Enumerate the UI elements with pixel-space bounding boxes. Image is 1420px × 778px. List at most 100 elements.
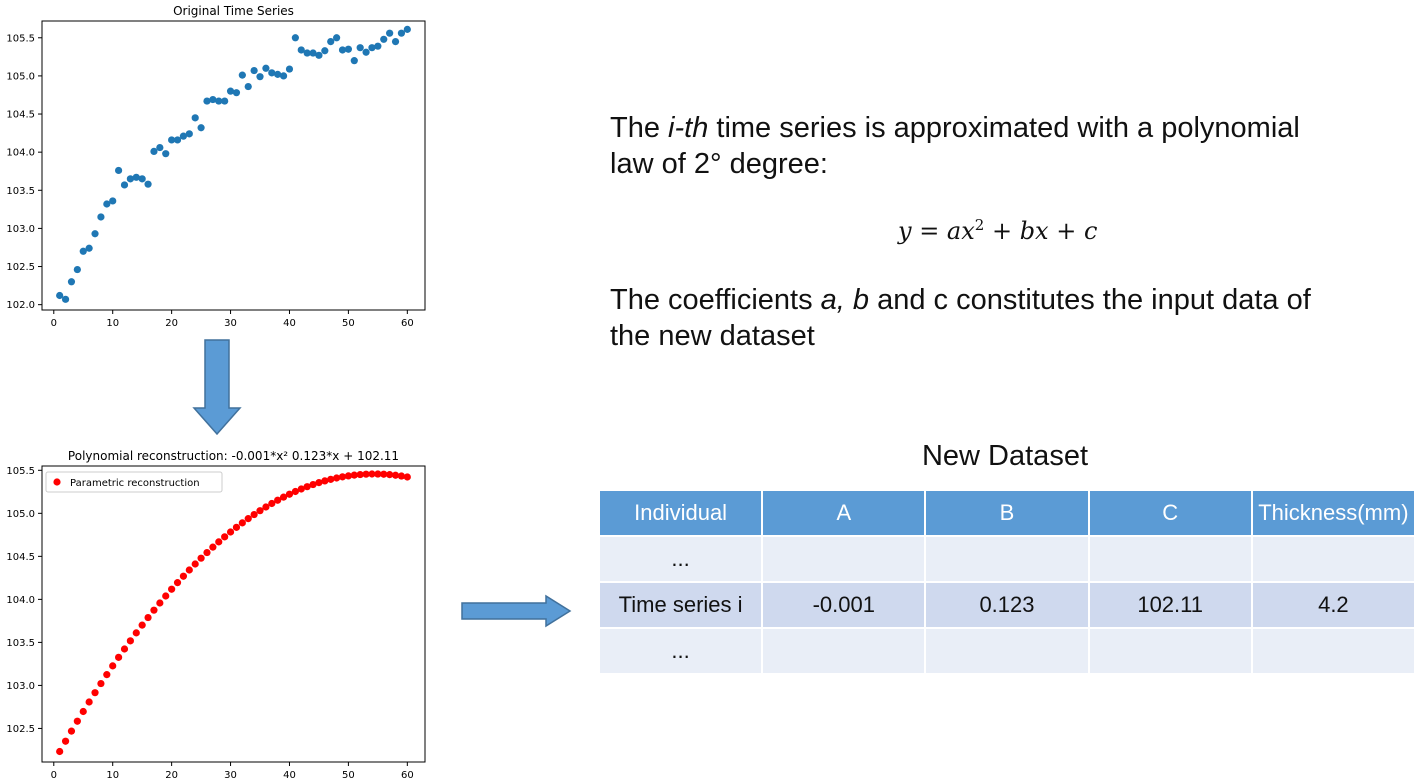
data-point xyxy=(120,645,129,653)
data-point xyxy=(232,523,241,531)
y-tick-label: 102.5 xyxy=(6,262,35,273)
data-point xyxy=(85,244,93,252)
table-row: ... xyxy=(600,537,1414,581)
data-point xyxy=(191,560,199,568)
polynomial-reconstruction-chart: Polynomial reconstruction: -0.001*x² 0.1… xyxy=(6,449,426,778)
data-point xyxy=(91,230,99,238)
coefficients-line-2: the new dataset xyxy=(610,320,815,352)
data-point xyxy=(350,57,358,65)
table-row: ... xyxy=(600,629,1414,673)
y-tick-label: 103.5 xyxy=(6,638,35,649)
data-point xyxy=(256,73,264,81)
data-point xyxy=(285,65,294,73)
new-dataset-table: Individual A B C Thickness(mm) ... Time … xyxy=(598,489,1416,675)
chart-title: Polynomial reconstruction: -0.001*x² 0.1… xyxy=(68,449,399,463)
x-tick-label: 0 xyxy=(51,770,57,778)
data-point xyxy=(150,606,158,614)
data-point xyxy=(226,528,235,536)
coefficients-line-1: The coefficients a, b and c constitutes … xyxy=(610,284,1311,316)
data-point xyxy=(103,671,111,679)
data-point xyxy=(97,213,105,221)
data-point xyxy=(197,124,205,132)
data-point xyxy=(221,533,229,541)
data-point xyxy=(250,510,258,519)
data-point xyxy=(327,37,335,46)
description-line-1: The i-th time series is approximated wit… xyxy=(610,112,1300,144)
table-cell xyxy=(1089,629,1251,673)
x-tick-label: 50 xyxy=(342,318,355,329)
y-tick-label: 104.0 xyxy=(6,148,35,159)
data-point xyxy=(362,48,370,56)
data-point xyxy=(73,717,81,725)
header-b: B xyxy=(926,491,1088,535)
data-point xyxy=(250,66,258,75)
legend-label: Parametric reconstruction xyxy=(70,478,200,489)
description-text: The i-th time series is approximated wit… xyxy=(610,110,1410,182)
plot-frame xyxy=(41,465,426,763)
data-point xyxy=(179,572,188,580)
y-tick-label: 104.5 xyxy=(6,552,35,563)
data-point xyxy=(397,29,406,37)
y-tick-label: 102.0 xyxy=(6,300,35,311)
y-tick-label: 105.0 xyxy=(6,71,35,82)
data-point xyxy=(185,566,193,574)
plot-frame xyxy=(41,20,426,311)
x-tick-label: 0 xyxy=(51,318,57,329)
data-point xyxy=(203,548,211,557)
y-tick-label: 104.5 xyxy=(6,110,35,121)
data-point xyxy=(215,538,223,546)
data-point xyxy=(115,653,123,661)
data-point xyxy=(91,689,99,697)
x-tick-label: 50 xyxy=(342,770,355,778)
data-point xyxy=(85,698,93,706)
original-series-chart: Original Time Series 0 10 20 30 40 50 60 102.0 10… xyxy=(6,4,426,329)
data-point xyxy=(386,29,394,37)
data-point xyxy=(191,114,199,122)
table-cell xyxy=(763,537,925,581)
table-header-row: Individual A B C Thickness(mm) xyxy=(600,491,1414,535)
y-tick-label: 103.0 xyxy=(6,224,35,235)
data-point xyxy=(162,592,170,600)
description-line-2: law of 2° degree: xyxy=(610,148,828,180)
data-point xyxy=(138,175,146,183)
table-cell: -0.001 xyxy=(763,583,925,627)
data-point xyxy=(380,35,388,43)
data-point xyxy=(209,543,217,551)
data-point xyxy=(173,136,182,144)
y-tick-label: 105.5 xyxy=(6,33,35,44)
header-thickness: Thickness(mm) xyxy=(1252,491,1414,535)
table-cell: Time series i xyxy=(600,583,762,627)
y-tick-label: 103.5 xyxy=(6,186,35,197)
data-point xyxy=(61,737,70,745)
data-point xyxy=(138,621,146,629)
y-tick-label: 104.0 xyxy=(6,595,35,606)
data-point xyxy=(109,662,117,670)
data-point xyxy=(144,180,152,188)
down-arrow-icon xyxy=(192,339,242,436)
header-c: C xyxy=(1089,491,1251,535)
table-cell: ... xyxy=(600,629,762,673)
data-point xyxy=(126,637,134,645)
data-point xyxy=(56,747,64,756)
coefficients-emphasis: a, b xyxy=(820,284,870,316)
x-tick-label: 10 xyxy=(106,318,119,329)
y-tick-label: 105.0 xyxy=(6,509,35,520)
data-point xyxy=(279,72,288,80)
data-point xyxy=(333,34,341,42)
table-cell xyxy=(926,537,1088,581)
data-point xyxy=(391,37,400,46)
x-tick-label: 40 xyxy=(283,318,296,329)
data-point xyxy=(162,150,170,158)
data-point xyxy=(150,147,158,155)
data-point xyxy=(403,25,411,33)
data-point xyxy=(374,42,382,50)
table-cell xyxy=(1252,629,1414,673)
data-point xyxy=(232,89,241,97)
data-point xyxy=(291,34,299,42)
y-tick-label: 105.5 xyxy=(6,466,35,477)
data-point xyxy=(79,707,87,716)
data-point xyxy=(262,64,270,72)
data-point xyxy=(197,554,205,562)
x-tick-label: 20 xyxy=(165,318,178,329)
data-point xyxy=(144,613,152,622)
